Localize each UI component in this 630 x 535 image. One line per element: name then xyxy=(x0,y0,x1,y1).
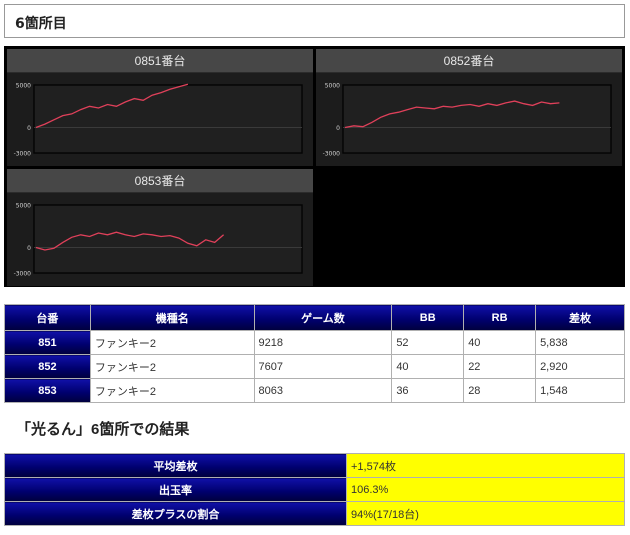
graph-panel-title: 0852番台 xyxy=(316,49,622,73)
summary-label-average: 平均差枚 xyxy=(4,453,347,478)
bb-count: 36 xyxy=(391,378,465,403)
model-name: ファンキー2 xyxy=(89,378,255,403)
y-tick-label: -3000 xyxy=(323,151,341,158)
summary-label-payout: 出玉率 xyxy=(4,477,347,502)
header-bb: BB xyxy=(391,304,465,331)
table-row: 853 ファンキー2 8063 36 28 1,548 xyxy=(4,378,625,403)
y-tick-label: 0 xyxy=(27,125,31,132)
summary-table: 平均差枚 +1,574枚 出玉率 106.3% 差枚プラスの割合 94%(17/… xyxy=(4,453,625,526)
summary-value-payout: 106.3% xyxy=(346,477,625,502)
model-name: ファンキー2 xyxy=(89,330,255,355)
machine-number: 852 xyxy=(4,354,91,379)
header-machine-number: 台番 xyxy=(4,304,91,331)
header-model-name: 機種名 xyxy=(89,304,255,331)
table-header-row: 台番 機種名 ゲーム数 BB RB 差枚 xyxy=(4,304,625,331)
difference: 2,920 xyxy=(535,354,625,379)
summary-row: 平均差枚 +1,574枚 xyxy=(4,453,625,478)
summary-row: 差枚プラスの割合 94%(17/18台) xyxy=(4,501,625,526)
graph-panel-title: 0851番台 xyxy=(7,49,313,73)
bb-count: 40 xyxy=(391,354,465,379)
graph-panel-title: 0853番台 xyxy=(7,169,313,193)
plot-area xyxy=(33,204,303,274)
y-tick-label: 0 xyxy=(27,245,31,252)
difference: 5,838 xyxy=(535,330,625,355)
header-difference: 差枚 xyxy=(535,304,625,331)
summary-value-average: +1,574枚 xyxy=(346,453,625,478)
game-count: 8063 xyxy=(253,378,393,403)
summary-row: 出玉率 106.3% xyxy=(4,477,625,502)
slump-graph-0852: 5000 0 -3000 xyxy=(323,83,612,158)
graph-panel-0853: 0853番台 5000 0 -3000 xyxy=(7,169,313,286)
y-tick-label: 5000 xyxy=(16,203,31,210)
slump-graph-0853: 5000 0 -3000 xyxy=(14,203,303,278)
rb-count: 28 xyxy=(463,378,537,403)
y-tick-label: 0 xyxy=(336,125,340,132)
slump-graph-0851: 5000 0 -3000 xyxy=(14,83,303,158)
machine-table: 台番 機種名 ゲーム数 BB RB 差枚 851 ファンキー2 9218 52 … xyxy=(4,304,625,403)
header-rb: RB xyxy=(463,304,537,331)
y-tick-label: -3000 xyxy=(14,271,32,278)
graph-area: 0851番台 5000 0 -3000 0852番台 5000 0 -3000 0853… xyxy=(4,46,625,287)
header-game-count: ゲーム数 xyxy=(253,304,393,331)
plot-area xyxy=(342,84,612,154)
y-tick-label: 5000 xyxy=(16,83,31,90)
bb-count: 52 xyxy=(391,330,465,355)
model-name: ファンキー2 xyxy=(89,354,255,379)
summary-label-plus-ratio: 差枚プラスの割合 xyxy=(4,501,347,526)
graph-panel-0852: 0852番台 5000 0 -3000 xyxy=(316,49,622,166)
table-row: 851 ファンキー2 9218 52 40 5,838 xyxy=(4,330,625,355)
rb-count: 22 xyxy=(463,354,537,379)
rb-count: 40 xyxy=(463,330,537,355)
summary-value-plus-ratio: 94%(17/18台) xyxy=(346,501,625,526)
y-tick-label: 5000 xyxy=(325,83,340,90)
y-tick-label: -3000 xyxy=(14,151,32,158)
game-count: 9218 xyxy=(253,330,393,355)
plot-area xyxy=(33,84,303,154)
result-title: 「光るん」6箇所での結果 xyxy=(16,421,190,438)
machine-number: 853 xyxy=(4,378,91,403)
game-count: 7607 xyxy=(253,354,393,379)
machine-number: 851 xyxy=(4,330,91,355)
section-title: 6箇所目 xyxy=(4,4,625,38)
table-row: 852 ファンキー2 7607 40 22 2,920 xyxy=(4,354,625,379)
graph-panel-0851: 0851番台 5000 0 -3000 xyxy=(7,49,313,166)
difference: 1,548 xyxy=(535,378,625,403)
